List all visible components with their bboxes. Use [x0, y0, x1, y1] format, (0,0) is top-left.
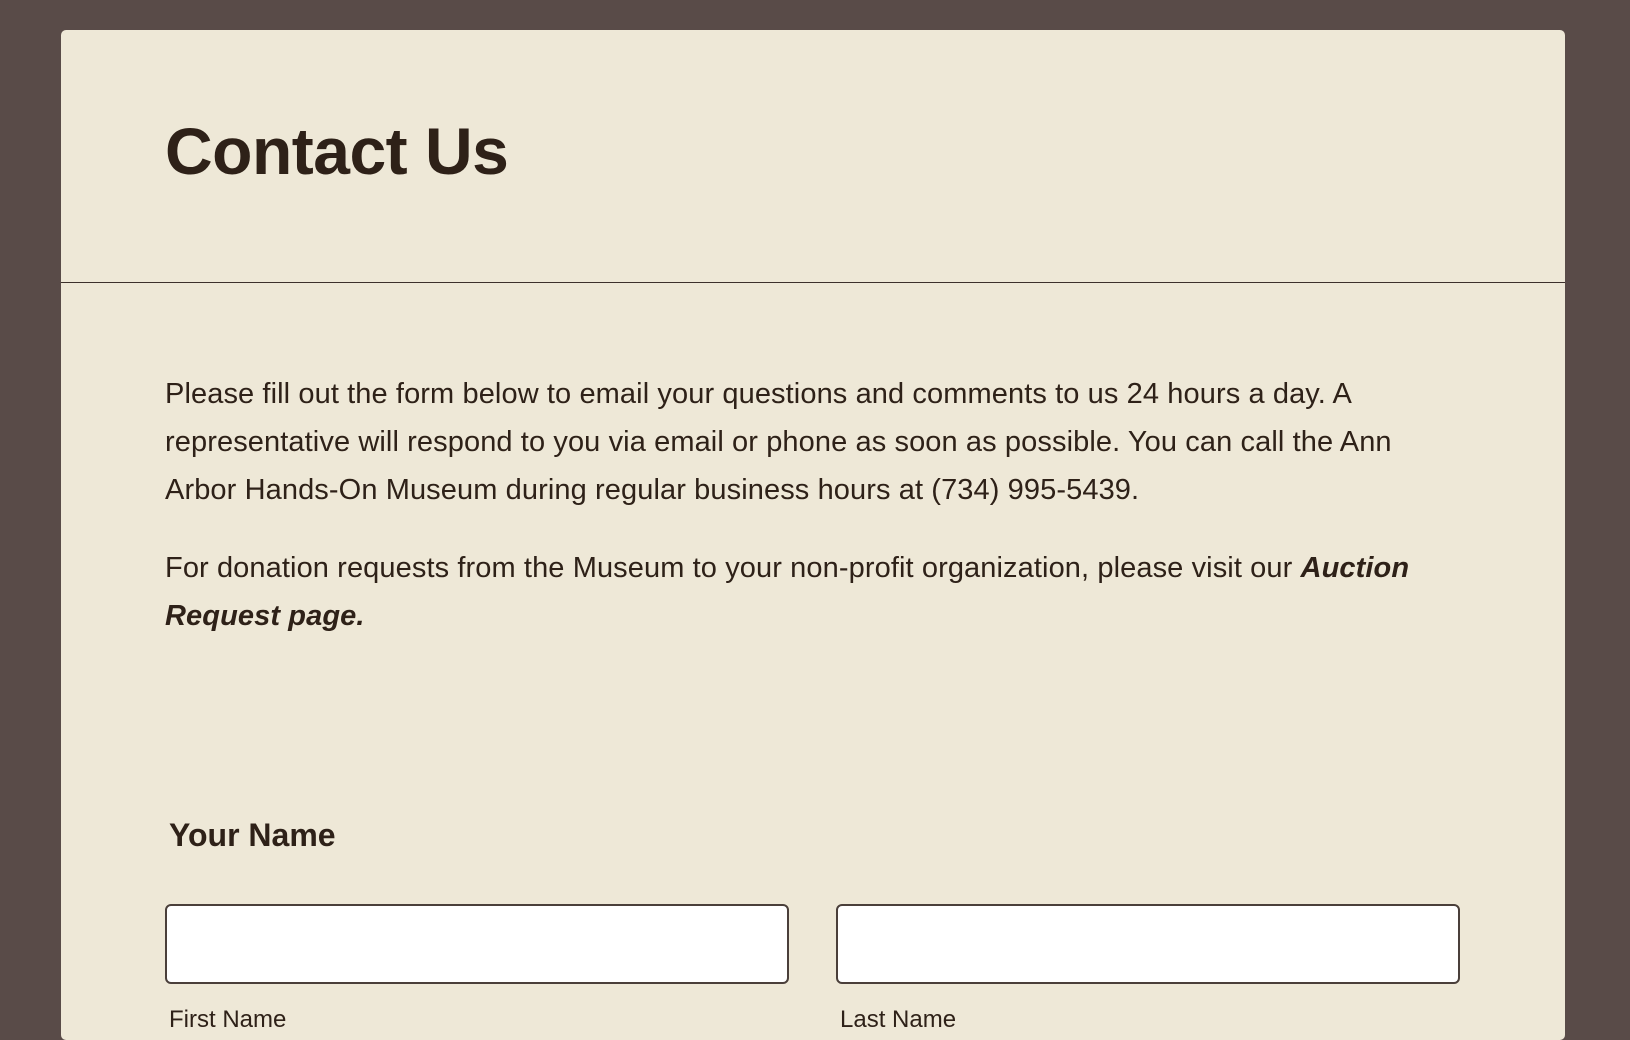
donation-text: For donation requests from the Museum to… — [165, 552, 1301, 584]
last-name-input[interactable] — [836, 904, 1460, 984]
page-title: Contact Us — [165, 114, 509, 188]
last-name-sublabel: Last Name — [840, 1006, 957, 1033]
first-name-sublabel: First Name — [169, 1006, 287, 1033]
last-name-field-group: Last Name — [836, 904, 1460, 1034]
contact-card: Contact Us Please fill out the form belo… — [61, 30, 1565, 1040]
intro-content: Please fill out the form below to email … — [165, 370, 1465, 640]
donation-paragraph: For donation requests from the Museum to… — [165, 544, 1465, 640]
your-name-label: Your Name — [169, 817, 336, 853]
intro-paragraph: Please fill out the form below to email … — [165, 378, 1392, 506]
first-name-input[interactable] — [165, 904, 789, 984]
card-header: Contact Us — [61, 30, 1565, 283]
first-name-field-group: First Name — [165, 904, 789, 1034]
